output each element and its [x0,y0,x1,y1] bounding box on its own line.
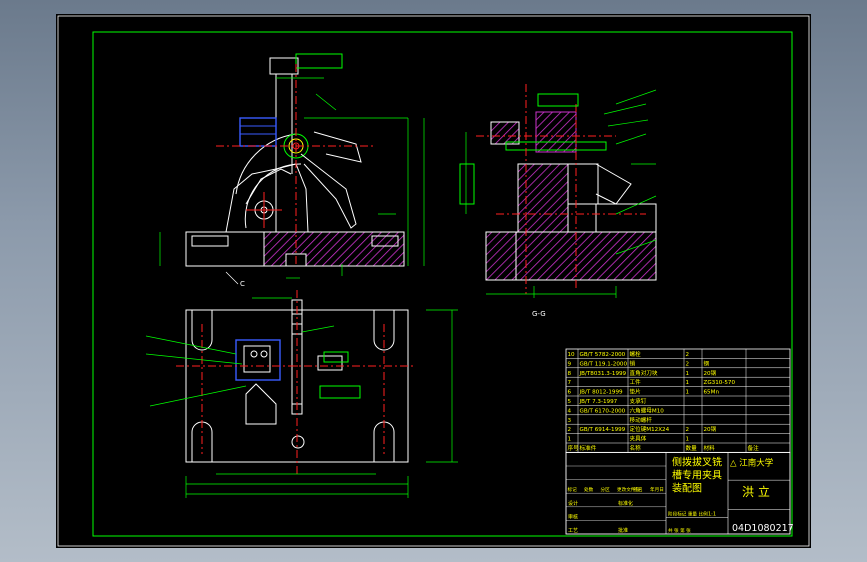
title-review-label: 审核 [568,513,578,520]
bom-cell: JB/T8031.3-1999 [579,371,627,377]
bom-header-cell: 序号 [568,444,580,452]
bom-cell: 2 [686,427,690,433]
drawing-title-line: 槽专用夹具 [672,468,722,481]
bom-cell: 1 [568,437,572,443]
bom-header-cell: 标准件 [580,444,597,452]
bom-cell: 夹具体 [630,435,647,443]
bom-cell: 7 [568,380,572,386]
bom-header-cell: 备注 [748,444,760,452]
bom-cell: 移动螺杆 [630,416,653,424]
bom-cell: 5 [568,399,572,405]
drawing-number: 04D1080217 [732,523,794,534]
side-base-hatch [485,231,657,281]
front-view: C [159,53,425,288]
cad-viewport[interactable]: C G-G 10 GB/T 5782-2000 螺栓 2 9 GB/T 119.… [56,14,811,548]
bom-cell: 8 [568,371,572,377]
bom-cell: 销 [630,359,636,367]
drawing-title-line: 装配图 [672,481,702,494]
bom-cell: 10 [568,352,576,358]
bom-cell: 螺栓 [630,350,642,358]
bom-cell: 六角螺母M10 [630,406,665,414]
title-field-label: 标记 [568,486,578,493]
drawing-title-line: 侧拨拔叉铣 [672,455,722,468]
bom-header-cell: 数量 [686,444,698,452]
bom-cell: 钢 [704,359,710,367]
title-block: 标记 处数 分区 更改文件号签名 年月日设计 标准化审核工艺 批准阶段标记 重量 比例共 张… [565,451,794,535]
title-field-label: 分区 [601,486,611,493]
bom-cell: 1 [686,371,690,377]
assembly-drawing: C G-G 10 GB/T 5782-2000 螺栓 29 GB/T 119.1… [57,15,810,547]
bom-cell: 垫片 [630,388,642,396]
bom-cell: 20钢 [704,425,717,433]
title-field-label: 年月日 [650,486,664,493]
title-process-label: 工艺 [568,528,578,534]
designer-name: 洪 立 [742,484,770,499]
bom-header-cell: 材料 [704,444,716,452]
title-approve-label: 批准 [618,527,628,534]
university-name: △ 江南大学 [730,457,774,468]
bom-cell: JB/T 7.3-1997 [579,399,618,405]
bom-cell: 2 [568,427,572,433]
bom-cell: 1 [686,390,690,396]
title-standard-label: 标准化 [618,500,633,507]
title-field-label: 签名 [634,486,643,493]
bom-table: 10 GB/T 5782-2000 螺栓 2 9 GB/T 119.1-2000 销 2 钢 8 J… [565,348,791,453]
bom-cell: 定位键M12X24 [630,425,670,433]
title-design-label: 设计 [568,500,578,507]
bom-cell: GB/T 6170-2000 [580,408,626,414]
section-mark-c: C [240,280,245,288]
bom-cell: 直角对刀块 [630,369,658,377]
bom-header-cell: 名称 [630,444,642,452]
title-field-label: 处数 [584,486,594,493]
bom-cell: 工件 [630,378,642,386]
clamp-block [239,117,277,147]
bom-cell: 65Mn [704,390,720,396]
bom-cell: 1 [686,380,690,386]
title-sheet-label: 共 张 第 张 [668,527,691,534]
bom-cell: 支承钉 [630,397,647,405]
title-stage-row: 阶段标记 重量 比例 [668,511,708,518]
bom-cell: ZG310-570 [704,380,736,386]
top-view [145,290,458,498]
bom-cell: 6 [568,390,572,396]
bom-cell: 9 [568,361,572,367]
front-base-hatch [263,231,405,267]
bom-cell: GB/T 119.1-2000 [580,361,628,367]
bom-cell: JB/T 8012-1999 [579,390,623,396]
bom-cell: 3 [568,418,572,424]
bom-cell: 2 [686,352,690,358]
bom-cell: 20钢 [704,369,717,377]
bom-cell: 1 [686,437,690,443]
bom-cell: 2 [686,361,690,367]
scale-value: 1:1 [708,512,716,518]
bom-cell: GB/T 6914-1999 [580,427,626,433]
section-label-gg: G-G [532,310,546,318]
bom-cell: 4 [568,408,572,414]
bom-cell: GB/T 5782-2000 [580,352,626,358]
side-view: G-G [459,84,657,318]
